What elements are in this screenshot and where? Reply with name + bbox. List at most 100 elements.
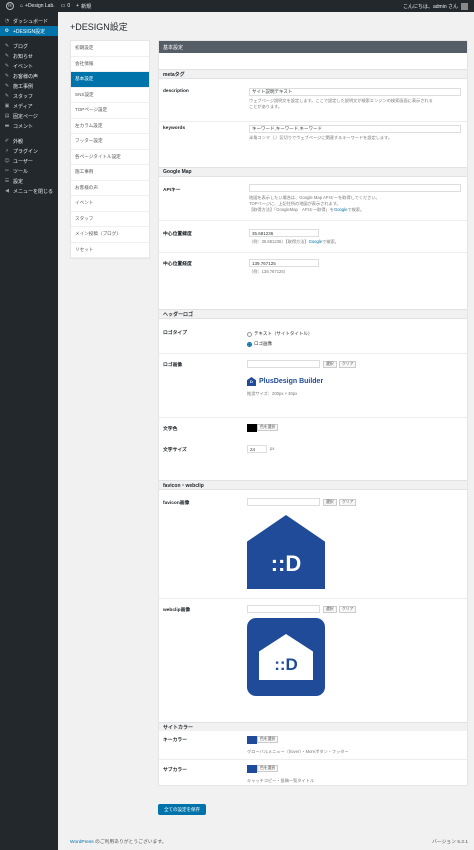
collapse-icon: ◀ [5, 188, 9, 194]
site-name-link[interactable]: ⌂ +Design Lab. [20, 3, 55, 9]
keywords-input[interactable]: キーワード,キーワード,キーワード [249, 125, 461, 133]
webclip-input[interactable] [247, 605, 320, 613]
logo-size-help: 推奨サイズ：200px × 30px [247, 391, 298, 396]
section-meta: metaタグ [159, 69, 467, 79]
menu-item-blog[interactable]: ✎ ブログ [0, 41, 58, 51]
footer-credit: WordPress のご利用ありがとうございます。 [70, 840, 167, 845]
my-account-menu[interactable]: こんにちは、admin さん [402, 2, 468, 10]
favicon-input[interactable] [247, 498, 320, 506]
menu-item-users[interactable]: ☺ ユーザー [0, 156, 58, 166]
subnav-item-left-column[interactable]: 左カラム設定 [71, 119, 149, 134]
menu-item-staff[interactable]: ✎ スタッフ [0, 91, 58, 101]
subnav-item-events[interactable]: イベント [71, 196, 149, 212]
subnav-item-staff[interactable]: スタッフ [71, 212, 149, 227]
sub-color-swatch[interactable] [247, 765, 257, 773]
favicon-clear-button[interactable]: クリア [339, 499, 357, 506]
divider [159, 417, 467, 418]
subnav-item-basic[interactable]: 基本設定 [71, 72, 149, 88]
subnav-item-initial[interactable]: 初期設定 [71, 41, 149, 57]
wp-logo-menu[interactable]: W [6, 2, 14, 10]
logo-clear-button[interactable]: クリア [339, 361, 357, 368]
subnav-item-sns[interactable]: SNS設定 [71, 88, 149, 103]
font-size-input[interactable]: 24 [247, 445, 267, 453]
webclip-select-button[interactable]: 選択 [323, 606, 337, 613]
pin-icon: ✎ [4, 53, 10, 59]
description-input[interactable]: サイト説明テキスト [249, 88, 461, 96]
sub-color-button[interactable]: 色を選択 [257, 765, 279, 772]
menu-item-pages[interactable]: ▤ 固定ページ [0, 111, 58, 121]
comments-link[interactable]: ▭ 0 [61, 3, 71, 9]
media-icon: ▣ [4, 103, 10, 109]
key-color-label: キーカラー [163, 738, 187, 743]
menu-item-works[interactable]: ✎ 施工事例 [0, 81, 58, 91]
menu-item-tools[interactable]: ✂ ツール [0, 166, 58, 176]
text-color-button[interactable]: 色を選択 [257, 424, 279, 431]
menu-item-design-settings[interactable]: ⚙ +DESIGN設定 [0, 26, 58, 36]
divider [159, 252, 467, 253]
logo-select-button[interactable]: 選択 [323, 361, 337, 368]
text-color-label: 文字色 [163, 427, 178, 432]
greeting-text: こんにちは、admin さん [402, 3, 458, 10]
longitude-input[interactable]: 139.767125 [249, 259, 319, 267]
latitude-help: （例：35.681236）【取得方法】Googleで検索。 [249, 239, 339, 244]
menu-item-appearance[interactable]: ✐ 外観 [0, 136, 58, 146]
google-link[interactable]: Google [309, 239, 323, 244]
logo-type-text-radio[interactable]: テキスト（サイトタイトル） [247, 331, 312, 337]
key-color-button[interactable]: 色を選択 [257, 736, 279, 743]
logo-type-image-radio[interactable]: ロゴ画像 [247, 341, 272, 347]
pin-icon: ✎ [4, 83, 10, 89]
latitude-label: 中心位置緯度 [163, 232, 192, 237]
site-name: +Design Lab. [25, 3, 55, 9]
save-all-button[interactable]: 全ての設定を保存 [158, 804, 206, 815]
comment-icon: ▬ [4, 123, 10, 129]
divider [159, 121, 467, 122]
subnav-item-company[interactable]: 会社情報 [71, 57, 149, 72]
subnav-item-reset[interactable]: リセット [71, 243, 149, 258]
wordpress-link[interactable]: WordPress [70, 840, 94, 845]
subnav-item-voices[interactable]: お客様の声 [71, 181, 149, 196]
pin-icon: ✎ [4, 73, 10, 79]
key-color-swatch[interactable] [247, 736, 257, 744]
admin-menu: ◔ ダッシュボード ⚙ +DESIGN設定 ✎ ブログ ✎ お知らせ ✎ イベント ✎ お客… [0, 12, 58, 850]
menu-collapse-button[interactable]: ◀ メニューを閉じる [0, 186, 58, 196]
logo-image-input[interactable] [247, 360, 320, 368]
footer-version: バージョン 5.2.1 [432, 840, 468, 845]
subnav-item-works[interactable]: 施工事例 [71, 165, 149, 181]
subnav-item-footer[interactable]: フッター設定 [71, 134, 149, 150]
menu-item-comments[interactable]: ▬ コメント [0, 121, 58, 131]
radio-button[interactable] [247, 331, 252, 337]
subnav-item-blog[interactable]: メイン投稿（ブログ） [71, 227, 149, 243]
keywords-label: keywords [163, 126, 186, 131]
page-title: +DESIGN設定 [70, 22, 128, 32]
subnav-item-page-titles[interactable]: 各ページタイトル設定 [71, 150, 149, 165]
radio-button-selected[interactable] [247, 341, 252, 347]
apikey-help: 地図を表示したい場合は、Google Map APIキーを取得してください。 T… [249, 195, 380, 212]
text-color-swatch[interactable] [247, 424, 257, 432]
menu-item-media[interactable]: ▣ メディア [0, 101, 58, 111]
menu-item-settings[interactable]: ☰ 設定 [0, 176, 58, 186]
longitude-label: 中心位置経度 [163, 262, 192, 267]
logo-type-label: ロゴタイプ [163, 331, 187, 336]
webclip-preview-image: ::D [247, 618, 325, 696]
divider [159, 353, 467, 354]
dashboard-icon: ◔ [4, 18, 10, 24]
menu-item-news[interactable]: ✎ お知らせ [0, 51, 58, 61]
favicon-select-button[interactable]: 選択 [323, 499, 337, 506]
apikey-input[interactable] [249, 184, 461, 192]
new-content-menu[interactable]: + 新規 [76, 3, 91, 10]
google-link[interactable]: Google [334, 207, 348, 212]
subnav-item-top-page[interactable]: TOPページ設定 [71, 103, 149, 119]
plus-icon: + [76, 3, 80, 9]
logo-mark-icon: D [247, 377, 256, 386]
favicon-label: favicon画像 [163, 501, 190, 506]
menu-item-events[interactable]: ✎ イベント [0, 61, 58, 71]
latitude-input[interactable]: 35.681236 [249, 229, 319, 237]
menu-item-plugins[interactable]: ⚡ プラグイン [0, 146, 58, 156]
section-google-map: Google Map [159, 167, 467, 177]
divider [159, 598, 467, 599]
menu-item-voices[interactable]: ✎ お客様の声 [0, 71, 58, 81]
webclip-clear-button[interactable]: クリア [339, 606, 357, 613]
menu-item-dashboard[interactable]: ◔ ダッシュボード [0, 16, 58, 26]
section-favicon: favicon・webclip [159, 480, 467, 490]
page-icon: ▤ [4, 113, 10, 119]
